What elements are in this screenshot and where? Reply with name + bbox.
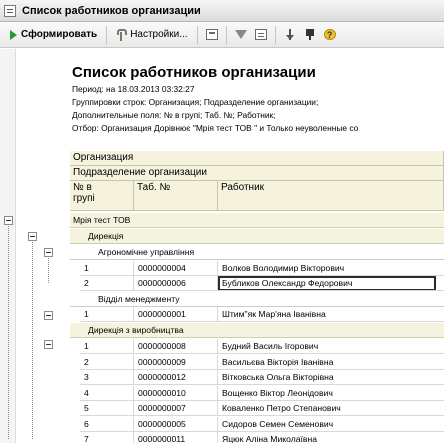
tree-line-level2 [32, 239, 33, 439]
group-row-department[interactable]: Дирекція з виробництва [70, 323, 444, 338]
row-employee: Вощенко Віктор Леонідович [222, 387, 333, 398]
wrench-icon [116, 28, 128, 41]
row-employee: Будний Василь Ігорович [222, 341, 319, 351]
row-tab-num: 0000000001 [134, 307, 218, 321]
header-num-line1: № в [73, 182, 92, 193]
row-num: 2 [80, 276, 134, 290]
help-button[interactable]: ? [321, 26, 339, 44]
row-tab-num: 0000000009 [134, 354, 218, 369]
tree-line-level1 [8, 223, 9, 439]
report-window-icon [4, 4, 16, 17]
group-row-department[interactable]: Відділ менеджменту [70, 292, 444, 307]
table-row[interactable]: 3 0000000012 Вітковська Ольга Вікторівна [80, 370, 444, 385]
header-tab-num: Таб. № [134, 181, 218, 211]
table-row[interactable]: 1 0000000008 Будний Василь Ігорович [80, 339, 444, 354]
toolbar-separator [274, 25, 276, 44]
filter-button[interactable] [232, 26, 250, 44]
row-tab-num: 0000000006 [134, 276, 218, 290]
header-department: Подразделение организации [70, 166, 444, 181]
table-row[interactable]: 2 0000000006 Бубликов Олександр Федорови… [80, 276, 444, 291]
table-row[interactable]: 1 0000000001 Штим"як Мар'яна Іванівна [80, 307, 444, 322]
header-organization: Организация [70, 151, 444, 166]
header-num-in-group: № в групі [70, 181, 134, 211]
play-icon [10, 29, 17, 40]
generate-button-label: Сформировать [21, 29, 98, 40]
row-employee: Коваленко Петро Степанович [222, 403, 341, 413]
row-tab-num: 0000000007 [134, 401, 218, 415]
toolbar: Сформировать Настройки... ? [0, 22, 444, 48]
row-num: 1 [80, 307, 134, 321]
print-button[interactable] [203, 26, 221, 44]
pin-button[interactable] [301, 26, 319, 44]
row-employee: Яцюк Аліна Миколаївна [222, 434, 317, 443]
collapse-dept1-icon[interactable] [28, 232, 37, 241]
row-num: 6 [80, 416, 134, 431]
row-employee: Штим"як Мар'яна Іванівна [222, 309, 326, 319]
collapse-org-icon[interactable] [4, 216, 13, 225]
collapse-dept2-icon[interactable] [44, 311, 53, 320]
row-employee: Волков Володимир Вікторович [222, 263, 345, 273]
group-row-subdepartment[interactable]: Агрономічне управління [70, 245, 444, 260]
group-row-department[interactable]: Дирекція [70, 229, 444, 244]
row-employee: Васильєва Вікторія Іванівна [222, 356, 334, 367]
row-tab-num: 0000000011 [134, 432, 218, 443]
report-filter: Отбор: Организация Дорівнює "Мрія тест Т… [72, 123, 359, 133]
header-employee: Работник [218, 181, 444, 211]
arrow-down-icon [284, 29, 296, 40]
row-tab-num: 0000000004 [134, 261, 218, 275]
table-row[interactable]: 7 0000000011 Яцюк Аліна Миколаївна [80, 432, 444, 443]
row-employee: Сидоров Семен Семенович [222, 418, 334, 429]
row-tab-num: 0000000010 [134, 385, 218, 400]
row-num: 4 [80, 385, 134, 400]
table-row[interactable]: 6 0000000005 Сидоров Семен Семенович [80, 416, 444, 432]
report-extra-fields: Дополнительные поля: № в групі; Таб. №; … [72, 110, 276, 120]
collapse-dept1-sub-icon[interactable] [44, 248, 53, 257]
table-row[interactable]: 2 0000000009 Васильєва Вікторія Іванівна [80, 354, 444, 370]
printer-icon [205, 29, 218, 40]
help-icon: ? [323, 29, 336, 40]
window-titlebar: Список работников организации [0, 0, 444, 22]
row-num: 2 [80, 354, 134, 369]
settings-button-label: Настройки... [130, 29, 188, 40]
settings-button[interactable]: Настройки... [112, 25, 191, 45]
toolbar-separator [225, 25, 227, 44]
row-tab-num: 0000000012 [134, 370, 218, 384]
report-title: Список работников организации [72, 64, 316, 81]
report-period: Период: на 18.03.2013 03:32:27 [72, 84, 195, 94]
header-num-line2: групі [73, 193, 95, 204]
expand-button[interactable] [281, 26, 299, 44]
pin-icon [304, 29, 316, 40]
table-row[interactable]: 4 0000000010 Вощенко Віктор Леонідович [80, 385, 444, 401]
row-num: 5 [80, 401, 134, 415]
row-num: 1 [80, 261, 134, 275]
row-num: 3 [80, 370, 134, 384]
tree-line-level3 [48, 253, 49, 283]
panel-settings-button[interactable] [252, 26, 270, 44]
generate-button[interactable]: Сформировать [6, 25, 101, 45]
selected-employee-cell[interactable]: Бубликов Олександр Федорович [218, 276, 436, 290]
table-settings-icon [254, 29, 267, 40]
window-title: Список работников организации [22, 4, 201, 17]
toolbar-separator [196, 25, 198, 44]
report-groupings: Группировки строк: Организация; Подразде… [72, 97, 319, 107]
report-document[interactable]: Список работников организации Период: на… [0, 49, 444, 443]
table-row[interactable]: 5 0000000007 Коваленко Петро Степанович [80, 401, 444, 416]
row-tab-num: 0000000008 [134, 339, 218, 353]
group-row-organization[interactable]: Мрія тест ТОВ [70, 213, 444, 228]
row-num: 1 [80, 339, 134, 353]
row-employee: Вітковська Ольга Вікторівна [222, 372, 334, 382]
row-num: 7 [80, 432, 134, 443]
toolbar-separator [106, 25, 108, 44]
table-row[interactable]: 1 0000000004 Волков Володимир Вікторович [80, 261, 444, 276]
collapse-dept3-icon[interactable] [44, 340, 53, 349]
row-tab-num: 0000000005 [134, 416, 218, 431]
filter-icon [234, 30, 247, 39]
